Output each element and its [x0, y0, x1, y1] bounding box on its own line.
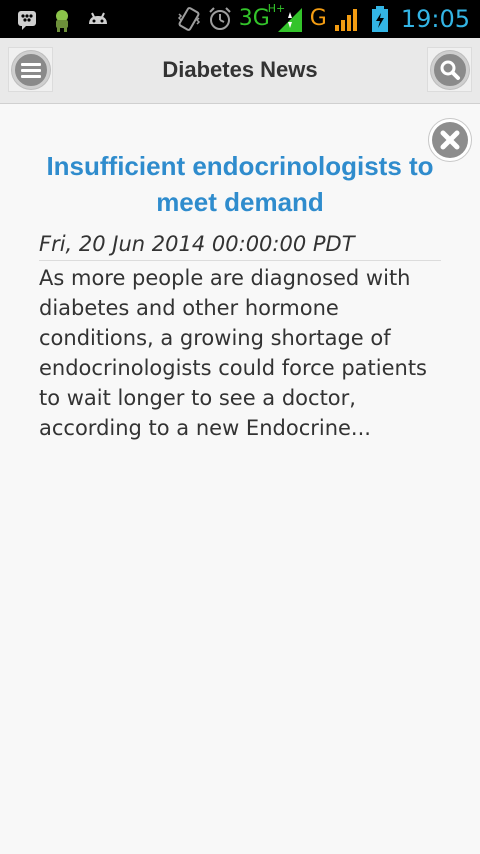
battery-charging-icon	[371, 6, 388, 32]
app-title: Diabetes News	[162, 57, 318, 82]
article-date: Fri, 20 Jun 2014 00:00:00 PDT	[39, 230, 441, 261]
article-title[interactable]: Insufficient endocrinologists to meet de…	[39, 148, 441, 220]
android-game-icon	[89, 12, 107, 24]
android-robot-icon	[56, 10, 68, 32]
search-button[interactable]	[427, 47, 472, 92]
app-header: Diabetes News	[0, 38, 480, 104]
article-body: As more people are diagnosed with diabet…	[39, 266, 427, 440]
status-bar: 3G H+ G 19:05	[0, 0, 480, 38]
bbm-icon	[18, 11, 36, 30]
vibrate-icon	[177, 7, 200, 31]
article: Insufficient endocrinologists to meet de…	[39, 148, 441, 443]
network-type-2: G	[309, 6, 327, 31]
clock: 19:05	[400, 5, 470, 33]
alarm-icon	[209, 7, 231, 30]
signal-strength: H+	[268, 2, 304, 34]
menu-button[interactable]	[8, 47, 53, 92]
network-type: 3G	[238, 6, 270, 31]
signal-icon	[277, 8, 302, 32]
signal-icon	[334, 9, 357, 31]
menu-icon	[11, 50, 50, 89]
system-icons: 3G H+ G 19:05	[177, 2, 470, 34]
search-icon	[430, 50, 469, 89]
notification-icons	[16, 8, 110, 32]
